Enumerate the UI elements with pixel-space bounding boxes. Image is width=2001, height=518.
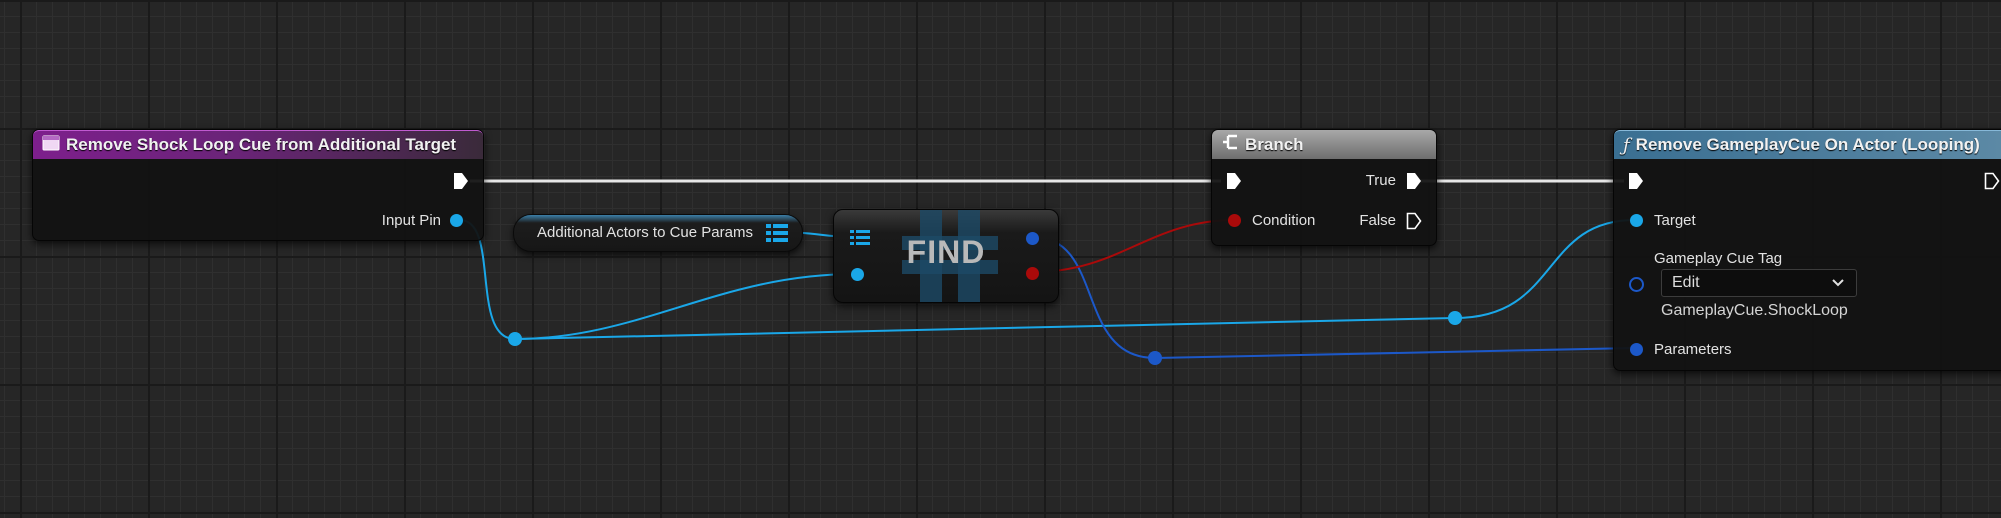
function-node[interactable]: ƒ Remove GameplayCue On Actor (Looping) …	[1613, 129, 2001, 371]
event-node-title: Remove Shock Loop Cue from Additional Ta…	[66, 135, 457, 154]
find-node[interactable]: FIND	[833, 209, 1059, 303]
find-bool-output-pin[interactable]	[1026, 267, 1039, 280]
find-array-input-icon[interactable]	[850, 229, 870, 252]
wire-reroute2-to-target[interactable]	[1454, 219, 1636, 319]
chevron-down-icon	[1832, 270, 1844, 305]
reroute-knot-2[interactable]	[1448, 311, 1462, 325]
input-pin-label: Input Pin	[381, 212, 441, 229]
branch-false-label: False	[1359, 212, 1396, 229]
function-target-label: Target	[1654, 212, 1696, 229]
function-exec-in-pin[interactable]	[1628, 172, 1644, 190]
input-pin-dot[interactable]	[450, 214, 463, 227]
function-node-title: Remove GameplayCue On Actor (Looping)	[1635, 135, 1980, 154]
branch-icon	[1221, 133, 1239, 156]
wire-reroute3-to-parameters[interactable]	[1154, 347, 1636, 359]
find-item-input-pin[interactable]	[851, 268, 864, 281]
wire-reroute-to-reroute2[interactable]	[514, 317, 1456, 340]
branch-true-exec-pin[interactable]	[1406, 172, 1422, 190]
branch-node[interactable]: Branch Condition True False	[1211, 129, 1437, 246]
function-f-icon: ƒ	[1623, 134, 1630, 156]
event-function-icon	[42, 135, 60, 156]
branch-node-title: Branch	[1245, 134, 1304, 154]
event-exec-out-pin[interactable]	[453, 172, 469, 190]
gameplay-cue-tag-value: GameplayCue.ShockLoop	[1661, 302, 1848, 319]
function-node-header[interactable]: ƒ Remove GameplayCue On Actor (Looping)	[1614, 130, 2001, 159]
variable-get-node[interactable]: Additional Actors to Cue Params	[513, 214, 803, 252]
gameplay-cue-tag-dropdown-value: Edit	[1672, 274, 1700, 291]
branch-true-label: True	[1365, 172, 1396, 189]
variable-label: Additional Actors to Cue Params	[537, 224, 753, 241]
array-icon[interactable]	[766, 223, 788, 248]
branch-exec-in-pin[interactable]	[1226, 172, 1242, 190]
function-target-pin[interactable]	[1630, 214, 1643, 227]
gameplay-cue-tag-pin[interactable]	[1629, 277, 1644, 292]
reroute-knot-1[interactable]	[508, 332, 522, 346]
branch-node-header[interactable]: Branch	[1212, 130, 1436, 159]
branch-condition-label: Condition	[1252, 212, 1316, 229]
function-exec-out-pin[interactable]	[1984, 172, 2000, 190]
event-node[interactable]: Remove Shock Loop Cue from Additional Ta…	[32, 129, 484, 241]
wire-reroute-to-find[interactable]	[514, 273, 856, 340]
reroute-knot-3[interactable]	[1148, 351, 1162, 365]
gameplay-cue-tag-dropdown[interactable]: Edit	[1661, 269, 1857, 297]
function-parameters-pin[interactable]	[1630, 343, 1643, 356]
gameplay-cue-tag-label: Gameplay Cue Tag	[1654, 250, 1783, 267]
function-parameters-label: Parameters	[1654, 341, 1732, 358]
branch-condition-pin[interactable]	[1228, 214, 1241, 227]
event-node-header[interactable]: Remove Shock Loop Cue from Additional Ta…	[33, 130, 483, 159]
branch-false-exec-pin[interactable]	[1406, 212, 1422, 230]
wire-find-bool-to-condition[interactable]	[1032, 219, 1236, 273]
find-struct-output-pin[interactable]	[1026, 232, 1039, 245]
